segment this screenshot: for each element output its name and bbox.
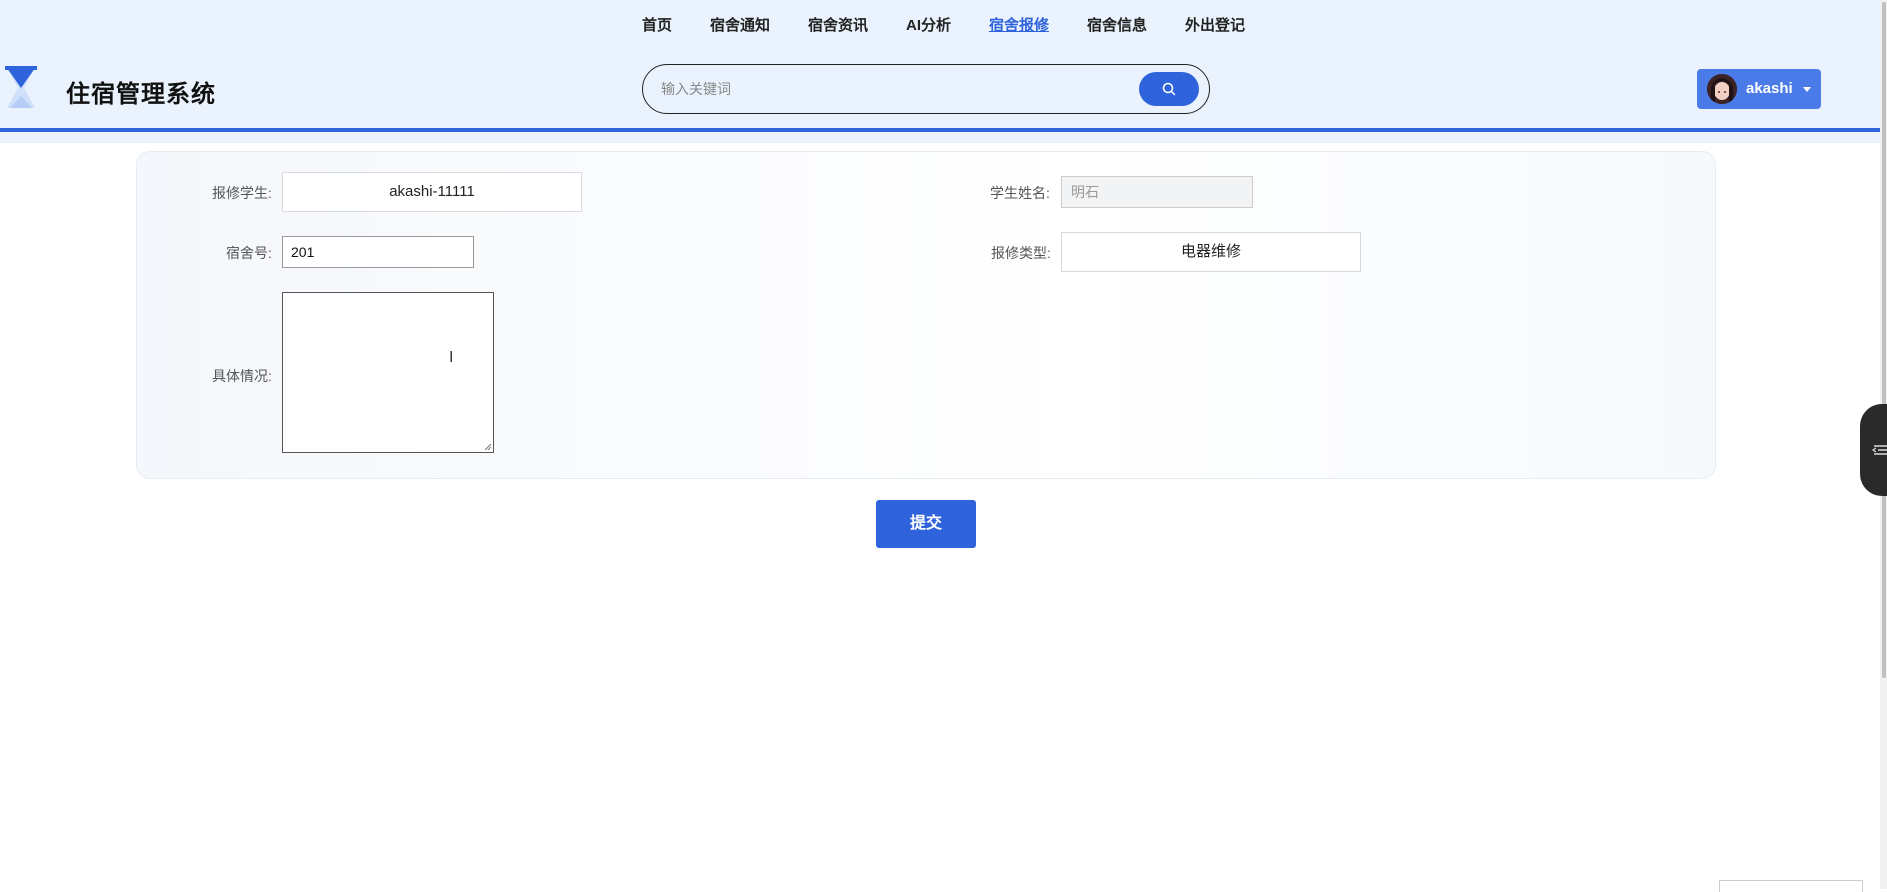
dorm-number-field[interactable]: 201 (282, 236, 474, 268)
search-button[interactable] (1139, 72, 1199, 106)
search-bar (642, 64, 1210, 114)
type-label: 报修类型: (991, 245, 1051, 261)
student-name-field: 明石 (1061, 176, 1253, 208)
nav-item-1[interactable]: 宿舍通知 (710, 14, 770, 38)
repair-type-select[interactable]: 电器维修 (1061, 232, 1361, 272)
corner-widget (1719, 880, 1863, 892)
side-panel-toggle[interactable] (1860, 404, 1887, 496)
site-title: 住宿管理系统 (66, 81, 216, 108)
nav-item-5[interactable]: 宿舍信息 (1087, 14, 1147, 38)
menu-collapse-icon (1871, 445, 1887, 455)
nav-item-0[interactable]: 首页 (642, 14, 672, 38)
detail-textarea[interactable] (282, 292, 494, 453)
header: 首页 宿舍通知 宿舍资讯 AI分析 宿舍报修 宿舍信息 外出登记 住宿管理系统 (0, 0, 1887, 143)
user-menu-button[interactable]: akashi (1697, 69, 1821, 109)
nav-item-3[interactable]: AI分析 (906, 14, 951, 38)
student-field[interactable]: akashi-11111 (282, 172, 582, 212)
text-cursor-icon: I (449, 348, 454, 366)
search-icon (1162, 82, 1176, 96)
chevron-down-icon (1803, 87, 1811, 92)
student-label: 报修学生: (212, 185, 272, 201)
hourglass-icon (5, 66, 37, 108)
dorm-label: 宿舍号: (226, 245, 272, 261)
scrollbar-thumb[interactable] (1882, 2, 1886, 678)
detail-label: 具体情况: (212, 368, 272, 384)
top-nav: 首页 宿舍通知 宿舍资讯 AI分析 宿舍报修 宿舍信息 外出登记 (0, 14, 1887, 38)
nav-item-2[interactable]: 宿舍资讯 (808, 14, 868, 38)
submit-button[interactable]: 提交 (876, 500, 976, 548)
user-name: akashi (1746, 80, 1793, 97)
resize-handle-icon[interactable] (484, 443, 492, 451)
nav-item-4[interactable]: 宿舍报修 (989, 14, 1049, 38)
nav-item-6[interactable]: 外出登记 (1185, 14, 1245, 38)
avatar (1707, 74, 1737, 104)
header-divider (0, 128, 1887, 132)
search-input[interactable] (661, 78, 1101, 100)
name-label: 学生姓名: (990, 185, 1050, 201)
